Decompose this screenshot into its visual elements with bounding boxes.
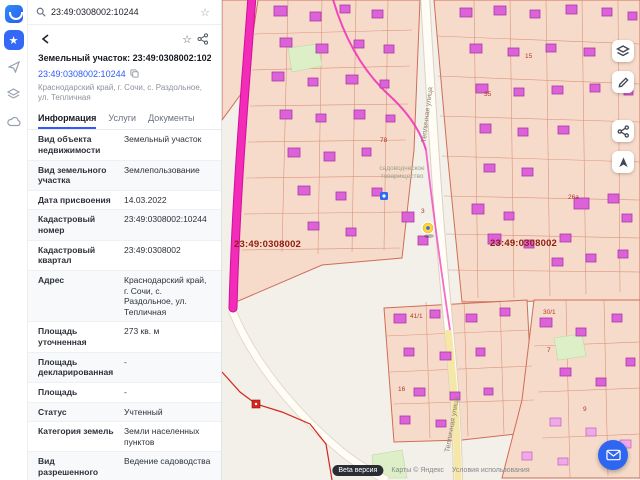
house-number: 35: [484, 91, 492, 98]
info-row: Кадастровый квартал 23:49:0308002: [28, 241, 221, 271]
row-value: 23:49:0308002:10244: [124, 214, 207, 225]
row-label: Кадастровый квартал: [38, 244, 96, 266]
share-button[interactable]: [195, 31, 211, 47]
search-input[interactable]: [51, 7, 192, 17]
cloud-tool-button[interactable]: [4, 111, 24, 131]
favorites-tool-button[interactable]: ★: [3, 30, 24, 50]
house-number: 7: [547, 347, 551, 354]
maps-copyright: Карты © Яндекс: [391, 467, 444, 474]
house-number: 16: [398, 386, 406, 393]
back-button[interactable]: [38, 31, 54, 47]
info-row: Площадь декларированная -: [28, 352, 221, 383]
area-label-line1: садоводческое: [379, 165, 425, 172]
map-share-icon: [617, 124, 629, 138]
house-number: 78: [380, 137, 388, 144]
info-row: Вид земельного участка Землепользование: [28, 160, 221, 191]
row-label: Вид земельного участка: [38, 164, 107, 186]
house-number: 30/1: [543, 309, 556, 316]
info-table: Вид объекта недвижимости Земельный участо…: [28, 130, 221, 480]
row-label: Вид разрешенного использования: [38, 456, 103, 480]
house-number: 9: [583, 406, 587, 413]
house-number: 15: [525, 53, 533, 60]
house-number: 3: [421, 208, 425, 215]
row-label: Адрес: [38, 274, 65, 285]
left-toolbar: ★: [0, 0, 28, 480]
info-row: Адрес Краснодарский край, г. Сочи, с. Раз…: [28, 270, 221, 323]
row-label: Вид объекта недвижимости: [38, 134, 101, 155]
info-row: Вид объекта недвижимости Земельный участо…: [28, 130, 221, 161]
bookmark-search-icon[interactable]: ☆: [197, 4, 213, 20]
row-value: Ведение садоводства: [124, 456, 211, 467]
transit-stop-icon: [380, 192, 388, 200]
tab-документы[interactable]: Документы: [148, 110, 194, 129]
row-value: -: [124, 386, 127, 397]
map-edit-button[interactable]: [612, 71, 634, 93]
info-row: Статус Учтенный: [28, 402, 221, 423]
info-row: Площадь уточненная 273 кв. м: [28, 322, 221, 353]
area-label-line2: товарищество: [381, 173, 424, 180]
map-locate-button[interactable]: [612, 151, 634, 173]
page-title: Земельный участок: 23:49:0308002:10244: [38, 53, 211, 63]
layers-tool-button[interactable]: [4, 84, 24, 104]
row-value: 23:49:0308002: [124, 244, 181, 255]
row-value: Земельный участок: [124, 134, 202, 145]
info-row: Категория земель Земли населенных пунктов: [28, 422, 221, 453]
object-address: Краснодарский край, г. Сочи, с. Раздольн…: [38, 82, 202, 103]
house-number: 41/1: [410, 313, 423, 320]
row-label: Площадь: [38, 386, 78, 397]
map-render: 15 35 78 3 26а 41/1 30/1 7 16 9 23:49:0308002 23:…: [222, 0, 640, 480]
map-layers-icon: [616, 45, 630, 57]
row-label: Статус: [38, 406, 67, 417]
info-row: Площадь -: [28, 383, 221, 403]
mail-icon: [605, 449, 621, 461]
paper-plane-icon: [7, 61, 20, 73]
tab-информация[interactable]: Информация: [38, 110, 96, 129]
row-value: Землепользование: [124, 164, 200, 175]
row-value: Учтенный: [124, 406, 163, 417]
row-value: Земли населенных пунктов: [124, 426, 200, 447]
app-logo[interactable]: [4, 5, 23, 23]
cadastral-quarter-label-right: 23:49:0308002: [490, 238, 557, 249]
house-number: 26а: [568, 194, 579, 201]
favorite-star-button[interactable]: ☆: [179, 31, 195, 47]
row-value: 273 кв. м: [124, 326, 160, 337]
row-value: Краснодарский край, г. Сочи, с. Раздольн…: [124, 274, 207, 317]
beta-badge: Beta версия: [332, 465, 384, 476]
info-row: Дата присвоения 14.03.2022: [28, 191, 221, 211]
info-row: Вид разрешенного использования Ведение са…: [28, 452, 221, 480]
cadastral-number-link[interactable]: 23:49:0308002:10244: [38, 69, 211, 79]
search-bar: ☆: [28, 0, 221, 25]
cloud-icon: [6, 116, 21, 126]
map-layers-button[interactable]: [612, 40, 634, 62]
send-tool-button[interactable]: [4, 57, 24, 77]
row-value: -: [124, 356, 127, 367]
copy-icon[interactable]: [129, 69, 139, 78]
search-icon: [36, 7, 46, 17]
panel-tabs: Информация Услуги Документы: [28, 104, 221, 131]
row-label: Кадастровый номер: [38, 214, 96, 236]
map-share-button[interactable]: [612, 120, 634, 142]
panel-header: ☆ Земельный участок: 23:49:0308002:10244…: [28, 25, 221, 104]
row-label: Площадь декларированная: [38, 356, 114, 378]
row-value: 14.03.2022: [124, 194, 167, 205]
map-attribution: Beta версия Карты © Яндекс Условия испол…: [332, 465, 530, 476]
tab-услуги[interactable]: Услуги: [108, 110, 136, 129]
row-label: Категория земель: [38, 426, 114, 437]
layers-icon: [7, 87, 20, 99]
locate-arrow-icon: [618, 156, 628, 167]
row-label: Дата присвоения: [38, 194, 111, 205]
feedback-mail-button[interactable]: [598, 440, 628, 470]
terms-link[interactable]: Условия использования: [452, 467, 530, 474]
row-label: Площадь уточненная: [38, 326, 87, 348]
map-canvas[interactable]: 15 35 78 3 26а 41/1 30/1 7 16 9 23:49:0308002 23:…: [222, 0, 640, 480]
map-controls: [612, 40, 634, 173]
cadastral-quarter-label-left: 23:49:0308002: [234, 239, 301, 250]
info-row: Кадастровый номер 23:49:0308002:10244: [28, 210, 221, 241]
object-info-panel: ☆ ☆ Земельный участок: 23:49:0308002:102…: [28, 0, 222, 480]
pencil-icon: [617, 76, 629, 88]
star-icon: ★: [8, 34, 19, 47]
